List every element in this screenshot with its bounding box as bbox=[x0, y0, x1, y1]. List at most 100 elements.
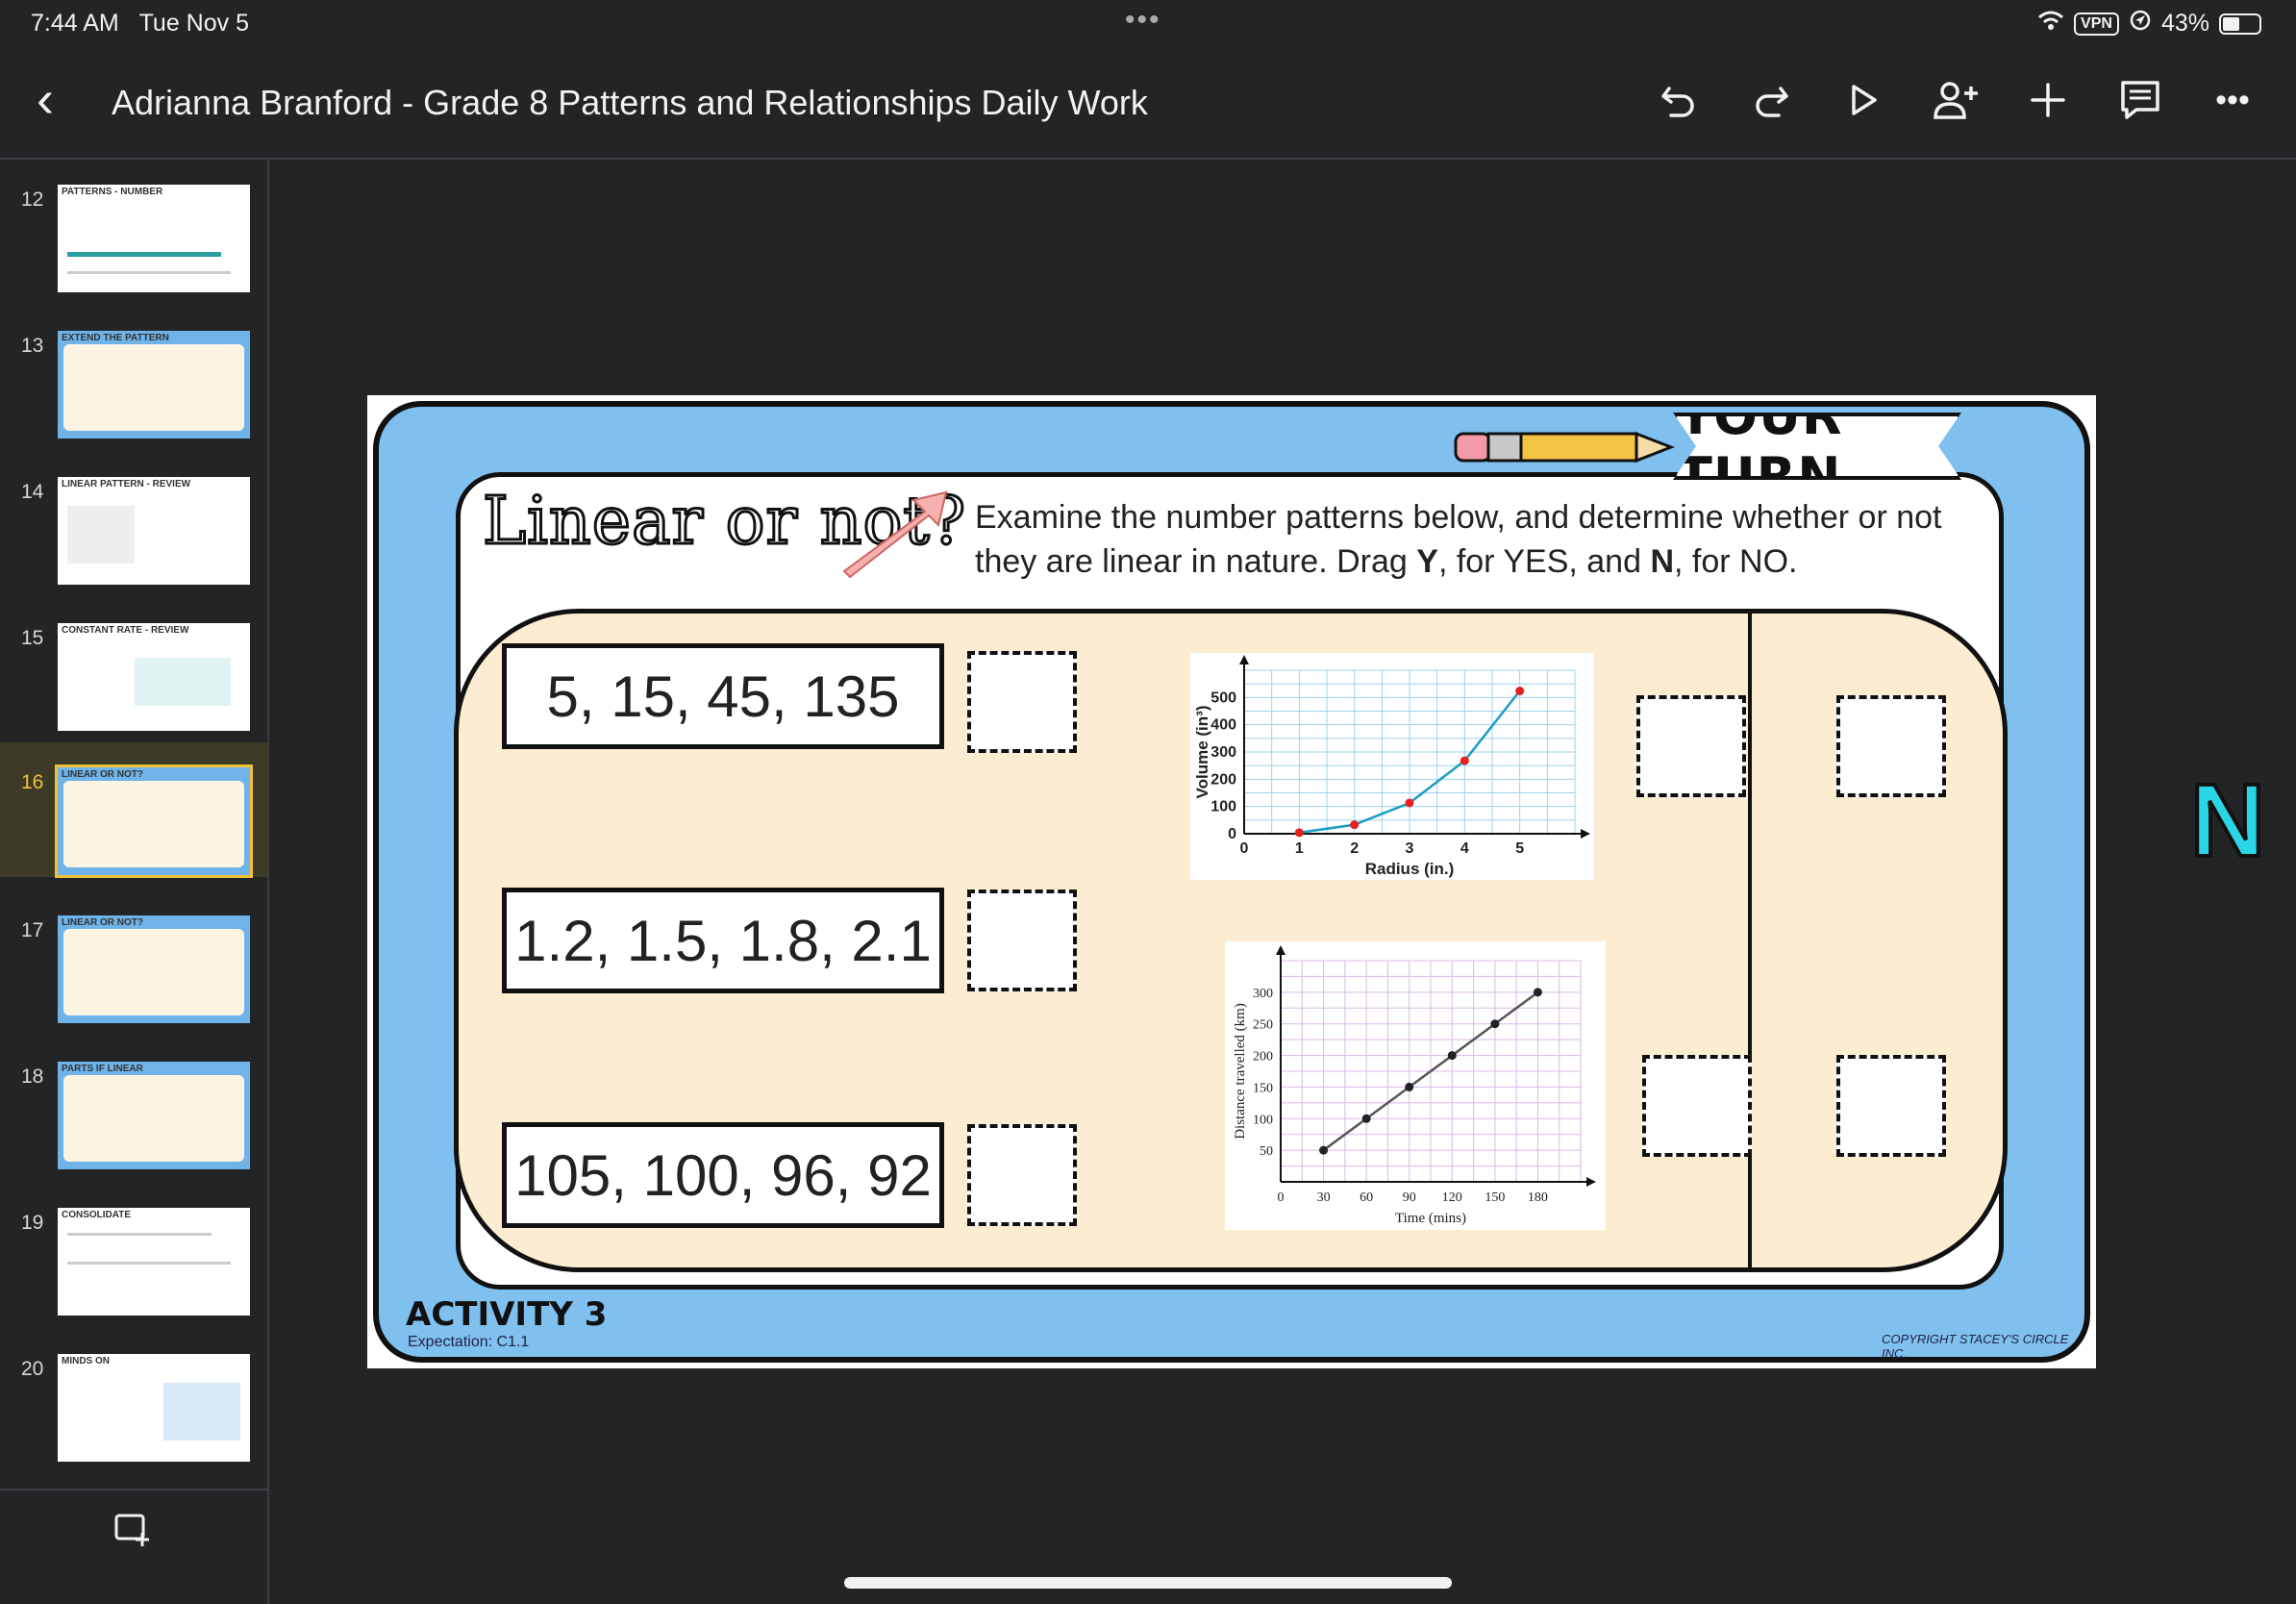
answer-dropbox-seq-2[interactable] bbox=[967, 890, 1077, 991]
y-tick-label: 200 bbox=[1210, 771, 1236, 788]
x-tick-label: 3 bbox=[1406, 840, 1414, 857]
x-tick-label: 0 bbox=[1240, 840, 1249, 857]
slide-thumbnail: EXTEND THE PATTERN bbox=[58, 331, 250, 439]
data-point bbox=[1447, 1051, 1457, 1061]
y-tick-label: 100 bbox=[1253, 1113, 1273, 1127]
data-point bbox=[1350, 820, 1360, 830]
answer-dropbox-graph-1[interactable] bbox=[1636, 695, 1746, 797]
y-tick-label: 250 bbox=[1253, 1018, 1273, 1033]
x-tick-label: 4 bbox=[1460, 840, 1469, 857]
sidebar-divider bbox=[0, 1489, 267, 1491]
x-axis-arrow bbox=[1586, 1177, 1596, 1187]
x-tick-label: 30 bbox=[1317, 1190, 1331, 1205]
data-point bbox=[1490, 1019, 1500, 1029]
answer-dropbox-seq-3[interactable] bbox=[967, 1124, 1077, 1226]
vpn-badge: VPN bbox=[2074, 12, 2119, 36]
wifi-icon bbox=[2037, 10, 2064, 38]
x-tick-label: 5 bbox=[1515, 840, 1524, 857]
x-tick-label: 180 bbox=[1528, 1190, 1548, 1205]
home-indicator[interactable] bbox=[844, 1577, 1452, 1589]
multitask-dots-icon[interactable]: ••• bbox=[1125, 4, 1161, 37]
activity-label: ACTIVITY 3 bbox=[406, 1295, 608, 1334]
y-tick-label: 50 bbox=[1260, 1144, 1273, 1159]
play-icon[interactable] bbox=[1838, 75, 1888, 125]
toolbar: ••• bbox=[1654, 75, 2258, 125]
data-point bbox=[1460, 756, 1469, 765]
x-tick-label: 2 bbox=[1350, 840, 1359, 857]
y-tick-label: 100 bbox=[1210, 799, 1236, 815]
location-icon bbox=[2129, 9, 2152, 38]
slide-thumb-18[interactable]: 18 PARTS IF LINEAR bbox=[0, 1037, 267, 1171]
x-tick-label: 60 bbox=[1360, 1190, 1373, 1205]
insert-plus-icon[interactable] bbox=[2023, 75, 2073, 125]
answer-dropbox-graph-2-right[interactable] bbox=[1836, 1055, 1946, 1157]
data-point bbox=[1319, 1145, 1329, 1155]
x-tick-label: 150 bbox=[1485, 1190, 1505, 1205]
data-point bbox=[1294, 828, 1304, 838]
copyright-text: COPYRIGHT STACEY'S CIRCLE INC. bbox=[1882, 1332, 2069, 1361]
y-tick-label: 300 bbox=[1210, 744, 1236, 761]
x-axis-label: Time (mins) bbox=[1395, 1211, 1466, 1226]
slide-thumb-20[interactable]: 20 MINDS ON bbox=[0, 1329, 267, 1464]
slide-thumb-12[interactable]: 12 PATTERNS - NUMBER bbox=[0, 160, 267, 294]
data-point bbox=[1533, 988, 1542, 997]
sequence-card-3: 105, 100, 96, 92 bbox=[502, 1122, 944, 1228]
x-tick-label: 90 bbox=[1403, 1190, 1416, 1205]
slide-thumbnail-sidebar: 12 PATTERNS - NUMBER 13 EXTEND THE PATTE… bbox=[0, 160, 269, 1604]
y-tick-label: 0 bbox=[1228, 826, 1236, 842]
slide-thumb-13[interactable]: 13 EXTEND THE PATTERN bbox=[0, 306, 267, 440]
y-axis-arrow bbox=[1276, 945, 1285, 955]
slide-thumbnail: LINEAR OR NOT? bbox=[55, 764, 253, 878]
sequence-card-2: 1.2, 1.5, 1.8, 2.1 bbox=[502, 888, 944, 993]
data-point bbox=[1405, 798, 1414, 808]
slide-thumb-17[interactable]: 17 LINEAR OR NOT? bbox=[0, 890, 267, 1025]
add-person-icon[interactable] bbox=[1931, 75, 1981, 125]
document-title: Adrianna Branford - Grade 8 Patterns and… bbox=[112, 83, 1148, 122]
answer-dropbox-seq-1[interactable] bbox=[967, 651, 1077, 753]
data-point bbox=[1515, 687, 1525, 696]
slide-thumbnail: CONSTANT RATE - REVIEW bbox=[58, 623, 250, 731]
slide-thumb-14[interactable]: 14 LINEAR PATTERN - REVIEW bbox=[0, 452, 267, 587]
title-bar: ‹ Adrianna Branford - Grade 8 Patterns a… bbox=[0, 46, 2296, 160]
redo-icon[interactable] bbox=[1746, 75, 1796, 125]
draggable-n-token[interactable]: N bbox=[2188, 760, 2267, 880]
y-axis-label: Volume (in³) bbox=[1193, 706, 1211, 799]
your-turn-banner: YOUR TURN bbox=[1454, 413, 1961, 480]
more-options-icon[interactable]: ••• bbox=[2208, 75, 2258, 125]
volume-radius-chart: 0 1 2 3 4 5 0 100 200 300 400 500 Radius (in.) Volume… bbox=[1190, 653, 1594, 880]
y-tick-label: 500 bbox=[1210, 689, 1236, 706]
arrow-decoration-icon bbox=[842, 490, 948, 579]
battery-icon bbox=[2219, 13, 2261, 35]
slide-thumb-19[interactable]: 19 CONSOLIDATE bbox=[0, 1183, 267, 1317]
slide-thumb-16-active[interactable]: 16 LINEAR OR NOT? bbox=[0, 742, 267, 878]
x-tick-label: 1 bbox=[1295, 840, 1304, 857]
answer-dropbox-graph-2[interactable] bbox=[1642, 1055, 1752, 1157]
x-tick-label: 0 bbox=[1278, 1190, 1285, 1205]
back-chevron-icon[interactable]: ‹ bbox=[37, 73, 54, 125]
data-point bbox=[1361, 1114, 1371, 1123]
add-slide-icon[interactable] bbox=[113, 1510, 152, 1558]
distance-time-chart: 0 30 60 90 120 150 180 50 100 150 200 250 300 Time (m… bbox=[1225, 941, 1606, 1230]
comments-icon[interactable] bbox=[2115, 75, 2165, 125]
x-tick-label: 120 bbox=[1442, 1190, 1462, 1205]
y-tick-label: 300 bbox=[1253, 987, 1273, 1001]
slide-canvas[interactable]: YOUR TURN Linear or not? Examine the num… bbox=[367, 395, 2096, 1368]
status-bar: 7:44 AM Tue Nov 5 ••• VPN 43% bbox=[0, 0, 2296, 46]
x-axis-arrow bbox=[1581, 829, 1590, 839]
your-turn-label: YOUR TURN bbox=[1673, 413, 1961, 480]
instructions-text: Examine the number patterns below, and d… bbox=[975, 499, 1942, 580]
undo-icon[interactable] bbox=[1654, 75, 1704, 125]
slide-thumb-15[interactable]: 15 CONSTANT RATE - REVIEW bbox=[0, 598, 267, 733]
y-tick-label: 200 bbox=[1253, 1050, 1273, 1065]
y-axis-arrow bbox=[1239, 655, 1249, 664]
slide-thumbnail: LINEAR PATTERN - REVIEW bbox=[58, 477, 250, 585]
y-tick-label: 400 bbox=[1210, 717, 1236, 734]
data-point bbox=[1405, 1082, 1414, 1091]
slide-thumbnail: CONSOLIDATE bbox=[58, 1208, 250, 1316]
slide-thumbnail: PARTS IF LINEAR bbox=[58, 1062, 250, 1169]
slide-thumbnail: LINEAR OR NOT? bbox=[58, 915, 250, 1023]
slide-thumbnail: PATTERNS - NUMBER bbox=[58, 185, 250, 292]
y-axis-label: Distance travelled (km) bbox=[1233, 1003, 1248, 1140]
battery-percent: 43% bbox=[2160, 10, 2209, 37]
answer-dropbox-graph-1-right[interactable] bbox=[1836, 695, 1946, 797]
